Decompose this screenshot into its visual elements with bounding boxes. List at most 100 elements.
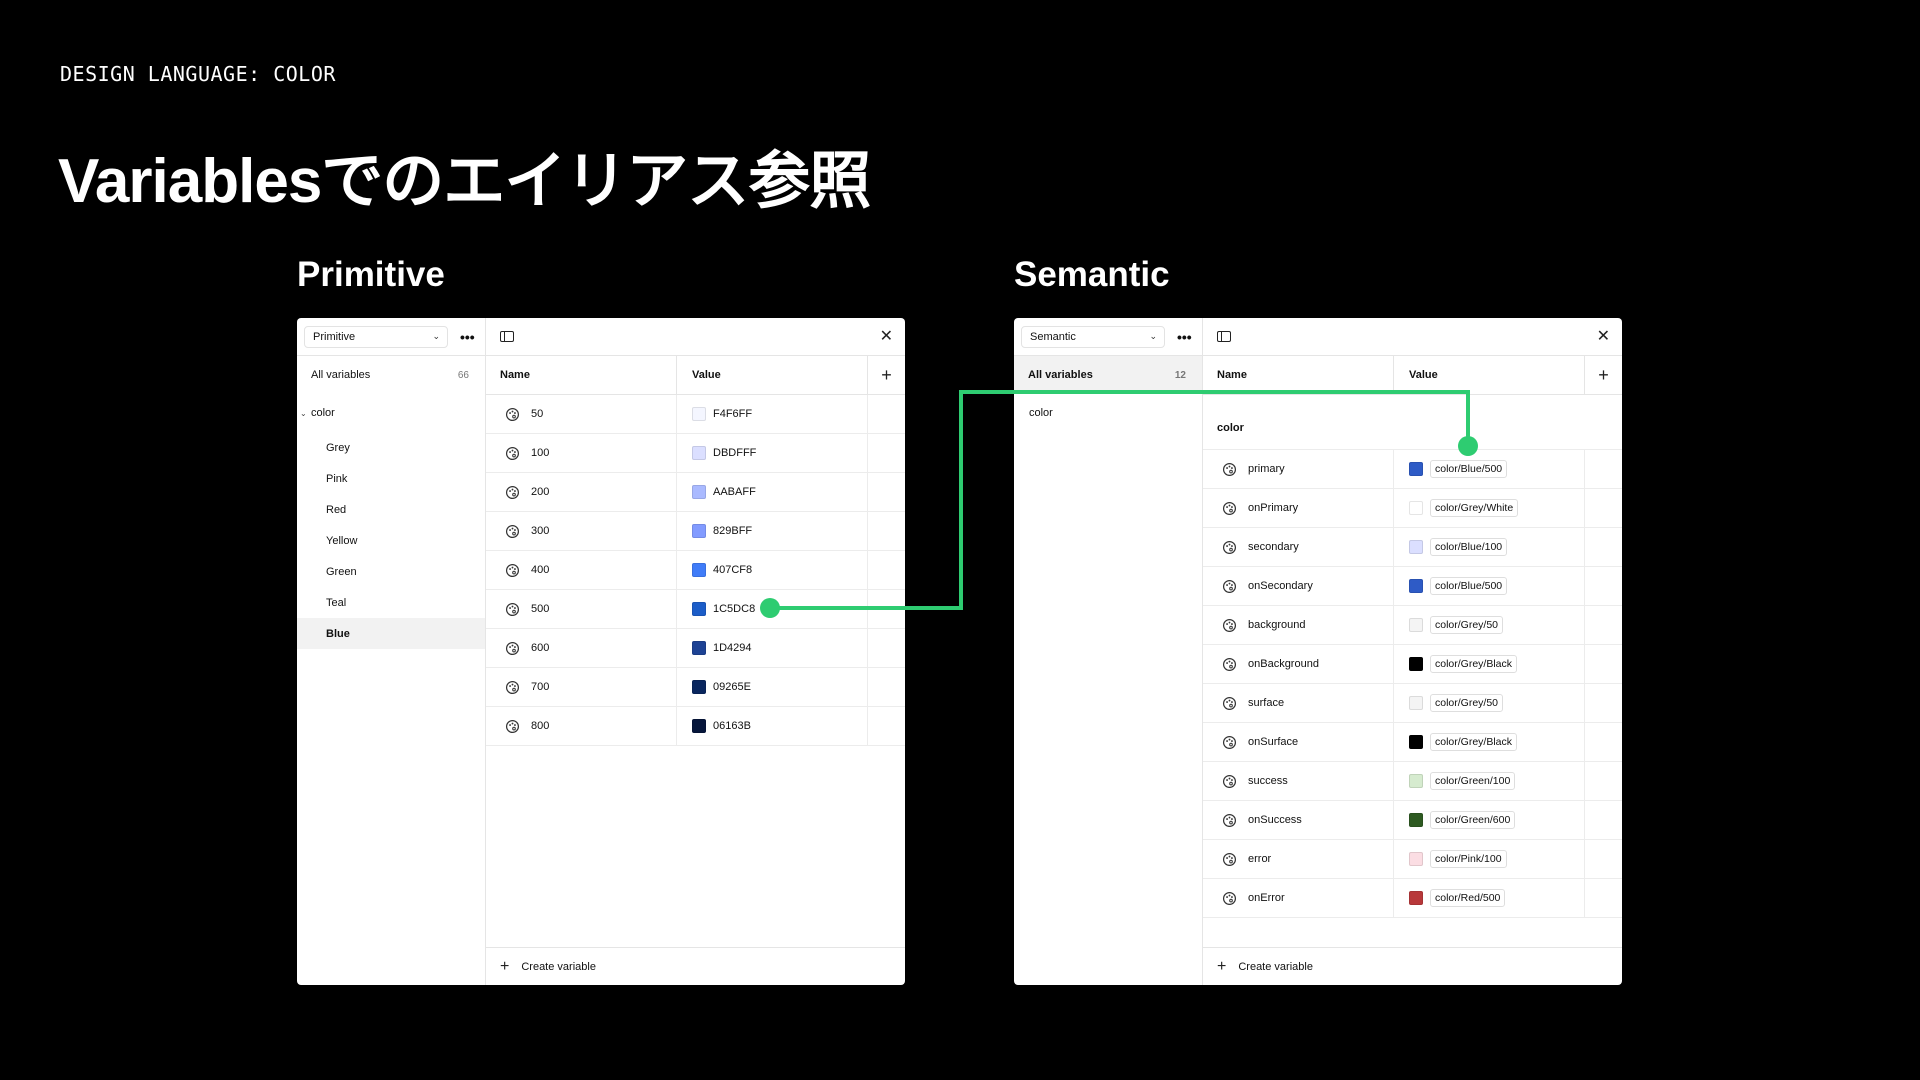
variable-value-cell[interactable]: 06163B	[677, 707, 868, 745]
table-row[interactable]: 200 AABAFF	[486, 473, 905, 512]
slide-eyebrow: DESIGN LANGUAGE: COLOR	[60, 62, 336, 86]
table-row[interactable]: background color/Grey/50	[1203, 606, 1622, 645]
variable-value-cell[interactable]: AABAFF	[677, 473, 868, 511]
table-row[interactable]: onBackground color/Grey/Black	[1203, 645, 1622, 684]
table-row[interactable]: 400 407CF8	[486, 551, 905, 590]
table-row[interactable]: success color/Green/100	[1203, 762, 1622, 801]
variable-value-cell[interactable]: color/Pink/100	[1394, 840, 1585, 878]
variable-value-cell[interactable]: F4F6FF	[677, 395, 868, 433]
variable-name-cell[interactable]: surface	[1203, 684, 1394, 722]
sidebar-item-blue[interactable]: Blue	[297, 618, 485, 649]
variable-name-cell[interactable]: success	[1203, 762, 1394, 800]
variable-value-cell[interactable]: color/Blue/500	[1394, 450, 1585, 488]
sidebar-item-pink[interactable]: Pink	[297, 463, 485, 494]
semantic-collection-select[interactable]: Semantic ⌄	[1021, 325, 1165, 348]
variable-value-cell[interactable]: color/Grey/50	[1394, 684, 1585, 722]
more-options-icon[interactable]: •••	[1177, 329, 1192, 345]
variable-value-cell[interactable]: 407CF8	[677, 551, 868, 589]
variable-name-cell[interactable]: onBackground	[1203, 645, 1394, 683]
variable-name-cell[interactable]: 500	[486, 590, 677, 628]
color-swatch	[1409, 501, 1423, 515]
table-row[interactable]: 50 F4F6FF	[486, 395, 905, 434]
all-variables-label: All variables	[1028, 369, 1093, 381]
variable-name-cell[interactable]: 100	[486, 434, 677, 472]
variable-name-cell[interactable]: onSuccess	[1203, 801, 1394, 839]
add-column-icon[interactable]: +	[1585, 356, 1622, 394]
close-icon[interactable]: ✕	[1597, 328, 1610, 345]
empty-cell	[868, 395, 905, 433]
sidebar-item-all-variables[interactable]: All variables 12	[1014, 356, 1202, 394]
create-variable-button[interactable]: + Create variable	[486, 947, 905, 985]
variable-name-cell[interactable]: 300	[486, 512, 677, 550]
variable-name-cell[interactable]: error	[1203, 840, 1394, 878]
table-row[interactable]: secondary color/Blue/100	[1203, 528, 1622, 567]
primitive-collection-select[interactable]: Primitive ⌄	[304, 325, 448, 348]
variable-value-cell[interactable]: 1C5DC8	[677, 590, 868, 628]
variable-name-cell[interactable]: onSecondary	[1203, 567, 1394, 605]
variable-name-cell[interactable]: 600	[486, 629, 677, 667]
color-variable-icon	[505, 407, 520, 422]
table-row[interactable]: 100 DBDFFF	[486, 434, 905, 473]
table-row[interactable]: 600 1D4294	[486, 629, 905, 668]
group-title: color	[1203, 395, 1622, 450]
sidebar-group-color[interactable]: color	[1014, 394, 1202, 432]
sidebar-item-red[interactable]: Red	[297, 494, 485, 525]
sidebar-item-teal[interactable]: Teal	[297, 587, 485, 618]
table-row[interactable]: onError color/Red/500	[1203, 879, 1622, 918]
sidebar-group-color[interactable]: ⌄ color	[297, 394, 485, 432]
variable-name-cell[interactable]: 800	[486, 707, 677, 745]
variable-value-cell[interactable]: 1D4294	[677, 629, 868, 667]
variable-value-cell[interactable]: 829BFF	[677, 512, 868, 550]
variable-name-cell[interactable]: primary	[1203, 450, 1394, 488]
table-row[interactable]: error color/Pink/100	[1203, 840, 1622, 879]
variable-value-cell[interactable]: color/Blue/500	[1394, 567, 1585, 605]
variable-name-cell[interactable]: secondary	[1203, 528, 1394, 566]
sidebar-item-green[interactable]: Green	[297, 556, 485, 587]
table-row[interactable]: 700 09265E	[486, 668, 905, 707]
table-row[interactable]: primary color/Blue/500	[1203, 450, 1622, 489]
add-column-icon[interactable]: +	[868, 356, 905, 394]
variable-value-cell[interactable]: color/Blue/100	[1394, 528, 1585, 566]
variable-name-cell[interactable]: background	[1203, 606, 1394, 644]
table-row[interactable]: surface color/Grey/50	[1203, 684, 1622, 723]
variable-value-cell[interactable]: color/Green/100	[1394, 762, 1585, 800]
table-row[interactable]: onSecondary color/Blue/500	[1203, 567, 1622, 606]
table-row[interactable]: onSuccess color/Green/600	[1203, 801, 1622, 840]
variable-name-cell[interactable]: 200	[486, 473, 677, 511]
create-variable-button[interactable]: + Create variable	[1203, 947, 1622, 985]
alias-chip: color/Grey/White	[1430, 499, 1519, 517]
variable-value-cell[interactable]: 09265E	[677, 668, 868, 706]
variable-value-cell[interactable]: color/Grey/Black	[1394, 645, 1585, 683]
variable-value-cell[interactable]: color/Grey/Black	[1394, 723, 1585, 761]
table-row[interactable]: 300 829BFF	[486, 512, 905, 551]
color-variable-icon	[505, 446, 520, 461]
variable-name-cell[interactable]: onError	[1203, 879, 1394, 917]
color-variable-icon	[1222, 891, 1237, 906]
table-row[interactable]: onSurface color/Grey/Black	[1203, 723, 1622, 762]
sidebar-toggle-icon[interactable]	[500, 331, 514, 342]
color-variable-icon	[505, 641, 520, 656]
variable-value-cell[interactable]: DBDFFF	[677, 434, 868, 472]
variable-value-cell[interactable]: color/Green/600	[1394, 801, 1585, 839]
variable-name-cell[interactable]: 50	[486, 395, 677, 433]
table-row[interactable]: 500 1C5DC8	[486, 590, 905, 629]
table-row[interactable]: 800 06163B	[486, 707, 905, 746]
variable-name-cell[interactable]: onSurface	[1203, 723, 1394, 761]
variable-value-cell[interactable]: color/Grey/50	[1394, 606, 1585, 644]
variable-name-cell[interactable]: 400	[486, 551, 677, 589]
variable-name-cell[interactable]: 700	[486, 668, 677, 706]
sidebar-item-grey[interactable]: Grey	[297, 432, 485, 463]
slide-title: Variablesでのエイリアス参照	[58, 147, 871, 216]
color-variable-icon	[1222, 579, 1237, 594]
variable-value-cell[interactable]: color/Red/500	[1394, 879, 1585, 917]
variable-name-cell[interactable]: onPrimary	[1203, 489, 1394, 527]
sidebar-item-all-variables[interactable]: All variables 66	[297, 356, 485, 394]
empty-cell	[868, 512, 905, 550]
table-row[interactable]: onPrimary color/Grey/White	[1203, 489, 1622, 528]
sidebar-toggle-icon[interactable]	[1217, 331, 1231, 342]
color-variable-icon	[1222, 618, 1237, 633]
sidebar-item-yellow[interactable]: Yellow	[297, 525, 485, 556]
more-options-icon[interactable]: •••	[460, 329, 475, 345]
variable-value-cell[interactable]: color/Grey/White	[1394, 489, 1585, 527]
close-icon[interactable]: ✕	[880, 328, 893, 345]
